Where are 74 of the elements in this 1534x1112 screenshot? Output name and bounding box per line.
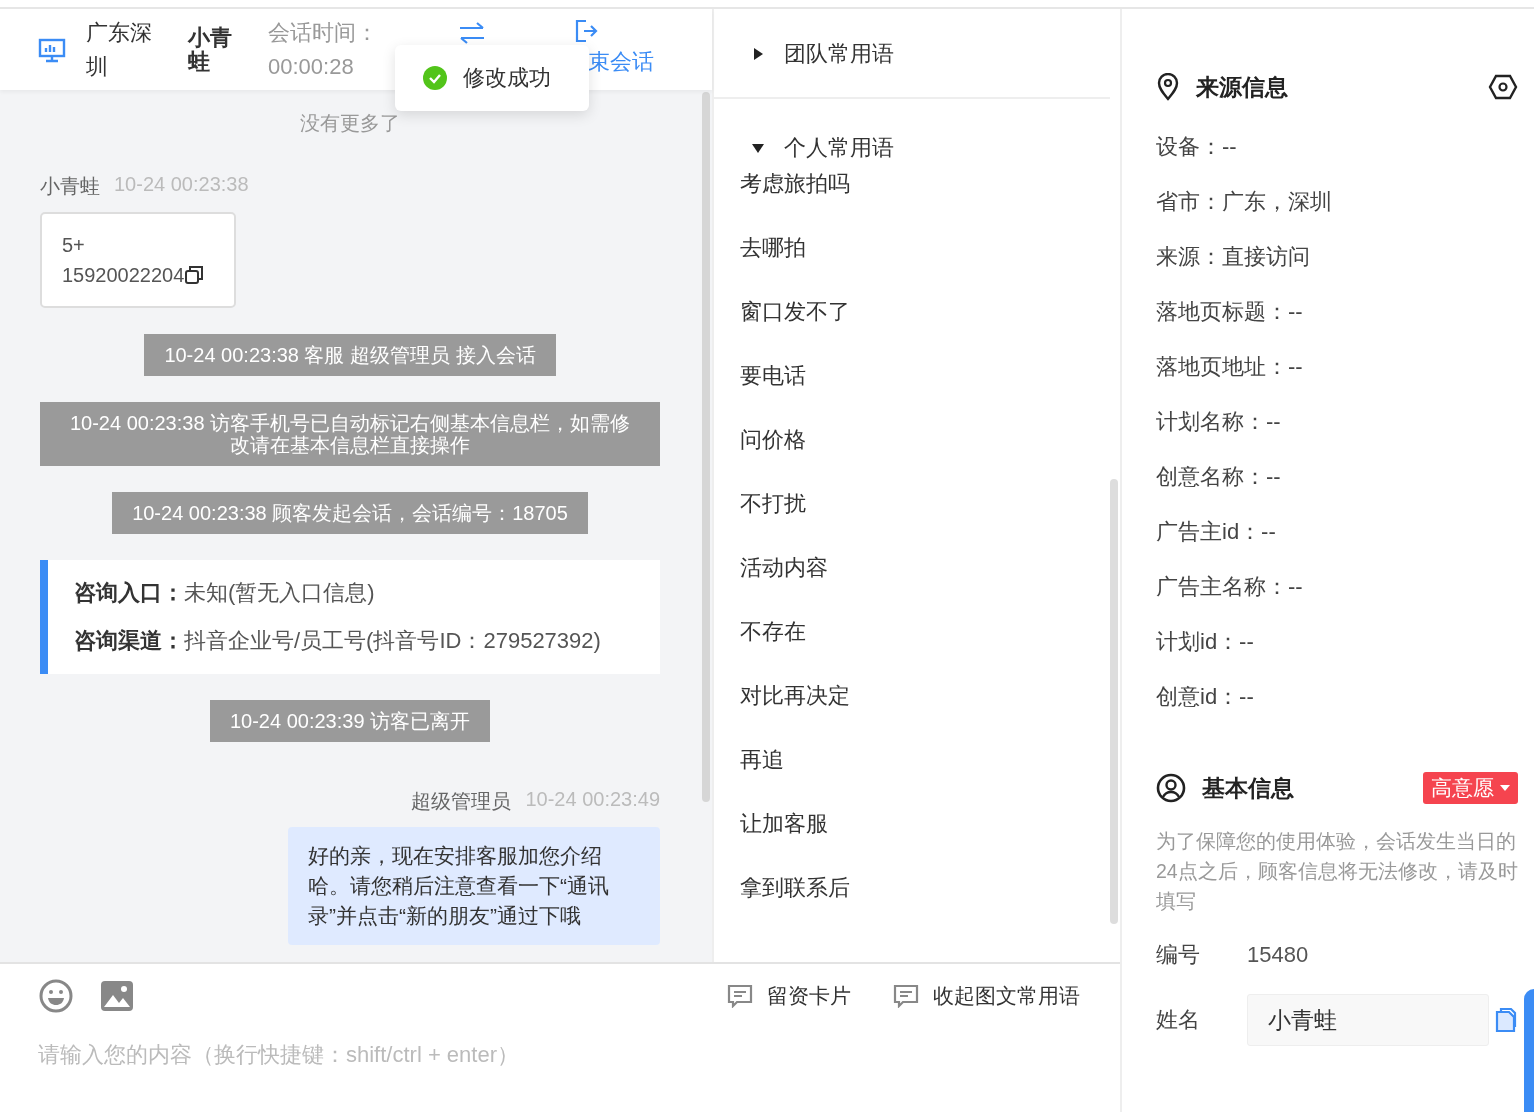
message-icon [727,984,753,1008]
source-field: 设备：-- [1156,132,1518,162]
info-label: 咨询渠道： [74,628,184,653]
system-message: 10-24 00:23:38 客服 超级管理员 接入会话 [144,334,556,376]
phrase-item[interactable]: 活动内容 [740,553,1110,583]
phrase-item[interactable]: 要电话 [740,361,1110,391]
field-label: 姓名 [1156,1006,1201,1034]
notice-text: 为了保障您的使用体验，会话发生当日的24点之后，顾客信息将无法修改，请及时填写 [1156,829,1519,914]
system-message: 10-24 00:23:38 顾客发起会话，会话编号：18705 [112,492,588,534]
source-field: 计划名称：-- [1156,407,1518,437]
phrase-item[interactable]: 不打扰 [740,489,1110,519]
phrase-item[interactable]: 窗口发不了 [740,297,1110,327]
phrase-group-header[interactable]: 团队常用语 [740,39,1110,69]
phrase-item[interactable]: 对比再决定 [740,681,1110,711]
session-timer: 00:00:28 [268,52,355,81]
name-field[interactable]: 小青蛙 [1247,994,1489,1046]
intent-tag-dropdown[interactable]: 高意愿 [1423,772,1518,804]
message-time: 10-24 00:23:49 [525,788,660,812]
copy-icon[interactable] [184,265,205,285]
message-time: 10-24 00:23:38 [114,173,249,197]
info-value: 未知(暂无入口信息) [184,580,375,605]
phrase-item[interactable]: 不存在 [740,617,1110,647]
sender-name: 超级管理员 [411,789,512,814]
source-field: 创意id：-- [1156,682,1518,712]
phrase-item[interactable]: 让加客服 [740,809,1110,839]
source-field: 创意名称：-- [1156,462,1518,492]
info-label: 咨询入口： [74,580,184,605]
scrollbar[interactable] [702,92,710,802]
card-text: 5+ [62,233,85,258]
source-field: 省市：广东，深圳 [1156,187,1518,217]
phrase-item[interactable]: 拿到联系后 [740,873,1110,903]
agent-message: 好的亲，现在安排客服加您介绍哈。请您稍后注意查看一下“通讯录”并点击“新的朋友”通过下哦 [288,827,660,945]
user-icon [1156,773,1186,803]
caret-icon [752,142,764,154]
source-field: 来源：直接访问 [1156,242,1518,272]
section-title: 基本信息 [1202,773,1294,803]
toolbar-button[interactable]: 收起图文常用语 [893,982,1080,1010]
scrollbar[interactable] [1110,479,1118,924]
toolbar-button[interactable]: 留资卡片 [727,982,851,1010]
info-value: 抖音企业号/员工号(抖音号ID：279527392) [184,628,601,653]
message-input[interactable]: 请输入您的内容（换行快捷键：shift/ctrl + enter） [38,1040,1080,1090]
no-more-text: 没有更多了 [299,111,401,136]
system-message: 10-24 00:23:38 访客手机号已自动标记右侧基本信息栏，如需修改请在基本信息栏直接操作 [40,402,660,466]
phrase-item[interactable]: 去哪拍 [740,233,1110,263]
phrase-item[interactable]: 考虑旅拍吗 [740,169,1110,199]
field-label: 编号 [1156,941,1201,969]
image-icon[interactable] [100,980,134,1012]
source-field: 落地页标题：-- [1156,297,1518,327]
message-icon [893,984,919,1008]
settings-icon[interactable] [1488,74,1518,100]
swap-icon[interactable] [458,21,486,45]
check-circle-icon [423,66,447,90]
card-text: 15920022204 [62,263,185,288]
source-field: 广告主名称：-- [1156,572,1518,602]
sender-name: 小青蛙 [40,174,100,199]
location-pin-icon [1156,73,1180,101]
phrase-item[interactable]: 再追 [740,745,1110,775]
monitor-icon [38,36,66,63]
phrase-group-header[interactable]: 个人常用语 [740,133,1110,163]
section-title: 来源信息 [1196,72,1288,102]
visitor-location: 广东深圳 [86,18,153,81]
field-value: 15480 [1247,942,1309,968]
emoji-icon[interactable] [38,978,74,1014]
exit-icon [574,19,598,43]
caret-icon [1500,784,1510,792]
phrase-item[interactable]: 问价格 [740,425,1110,455]
visitor-name: 小青蛙 [188,25,233,74]
source-field: 计划id：-- [1156,627,1518,657]
source-field: 广告主id：-- [1156,517,1518,547]
timer-label: 会话时间： [268,18,378,47]
toast-text: 修改成功 [463,64,551,92]
system-message: 10-24 00:23:39 访客已离开 [209,700,491,742]
caret-icon [752,48,764,60]
source-field: 落地页地址：-- [1156,352,1518,382]
